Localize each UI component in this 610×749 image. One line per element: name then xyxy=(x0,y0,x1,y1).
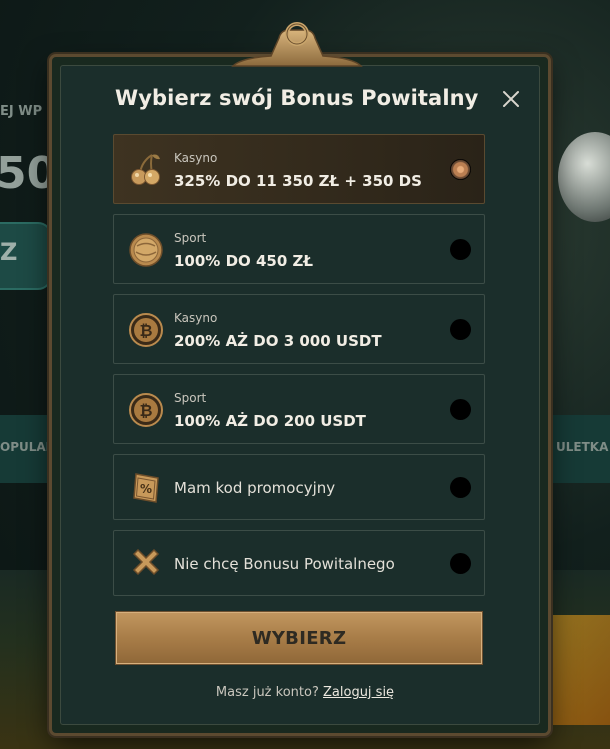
promo-code-option[interactable]: % Mam kod promocyjny xyxy=(113,454,485,520)
option-label: 325% DO 11 350 ZŁ + 350 DS xyxy=(174,172,422,190)
radio-unselected[interactable] xyxy=(450,553,471,574)
login-link[interactable]: Zaloguj się xyxy=(323,685,394,700)
cherries-icon xyxy=(131,154,160,185)
svg-text:₿: ₿ xyxy=(139,321,152,340)
radio-unselected[interactable] xyxy=(450,319,471,340)
cross-icon xyxy=(132,548,160,576)
option-label: Nie chcę Bonusu Powitalnego xyxy=(174,555,395,573)
radio-unselected[interactable] xyxy=(450,239,471,260)
radio-unselected[interactable] xyxy=(450,477,471,498)
svg-text:%: % xyxy=(140,482,152,496)
option-category: Kasyno xyxy=(174,311,218,325)
background-soccer-ball xyxy=(558,132,610,222)
svg-text:₿: ₿ xyxy=(139,401,152,420)
bonus-option-casino-200-usdt[interactable]: ₿ Kasyno 200% AŻ DO 3 000 USDT xyxy=(113,294,485,364)
coin-ball-icon xyxy=(129,233,163,267)
option-category: Sport xyxy=(174,391,207,405)
background-button-text: Z xyxy=(0,238,18,266)
promo-ticket-icon: % xyxy=(133,473,159,503)
radio-selected[interactable] xyxy=(450,159,471,180)
option-category: Kasyno xyxy=(174,151,218,165)
bitcoin-coin-icon: ₿ xyxy=(129,393,163,427)
bonus-option-sport-100-usdt[interactable]: ₿ Sport 100% AŻ DO 200 USDT xyxy=(113,374,485,444)
bitcoin-coin-icon: ₿ xyxy=(129,313,163,347)
option-label: 100% DO 450 ZŁ xyxy=(174,252,314,270)
option-label: 100% AŻ DO 200 USDT xyxy=(174,412,366,430)
login-prompt: Masz już konto? xyxy=(215,685,319,700)
background-nav-right: ULETKA xyxy=(556,440,609,454)
bonus-option-casino-325[interactable]: Kasyno 325% DO 11 350 ZŁ + 350 DS xyxy=(113,134,485,204)
radio-unselected[interactable] xyxy=(450,399,471,420)
background-game-banner xyxy=(544,615,610,725)
clipboard-clip-icon xyxy=(231,22,363,67)
no-bonus-option[interactable]: Nie chcę Bonusu Powitalnego xyxy=(113,530,485,596)
option-label: 200% AŻ DO 3 000 USDT xyxy=(174,332,382,350)
option-label: Mam kod promocyjny xyxy=(174,479,336,497)
login-prompt-line: Masz już konto? Zaloguj się xyxy=(0,685,610,700)
background-text-1: EJ WP xyxy=(0,104,43,119)
background-number: 50 xyxy=(0,148,58,199)
background-nav-left: OPULAR xyxy=(0,440,55,454)
submit-button[interactable]: WYBIERZ xyxy=(115,611,483,665)
bonus-option-sport-100[interactable]: Sport 100% DO 450 ZŁ xyxy=(113,214,485,284)
option-category: Sport xyxy=(174,231,207,245)
close-icon[interactable] xyxy=(499,87,523,111)
modal-title: Wybierz swój Bonus Powitalny xyxy=(115,86,479,110)
